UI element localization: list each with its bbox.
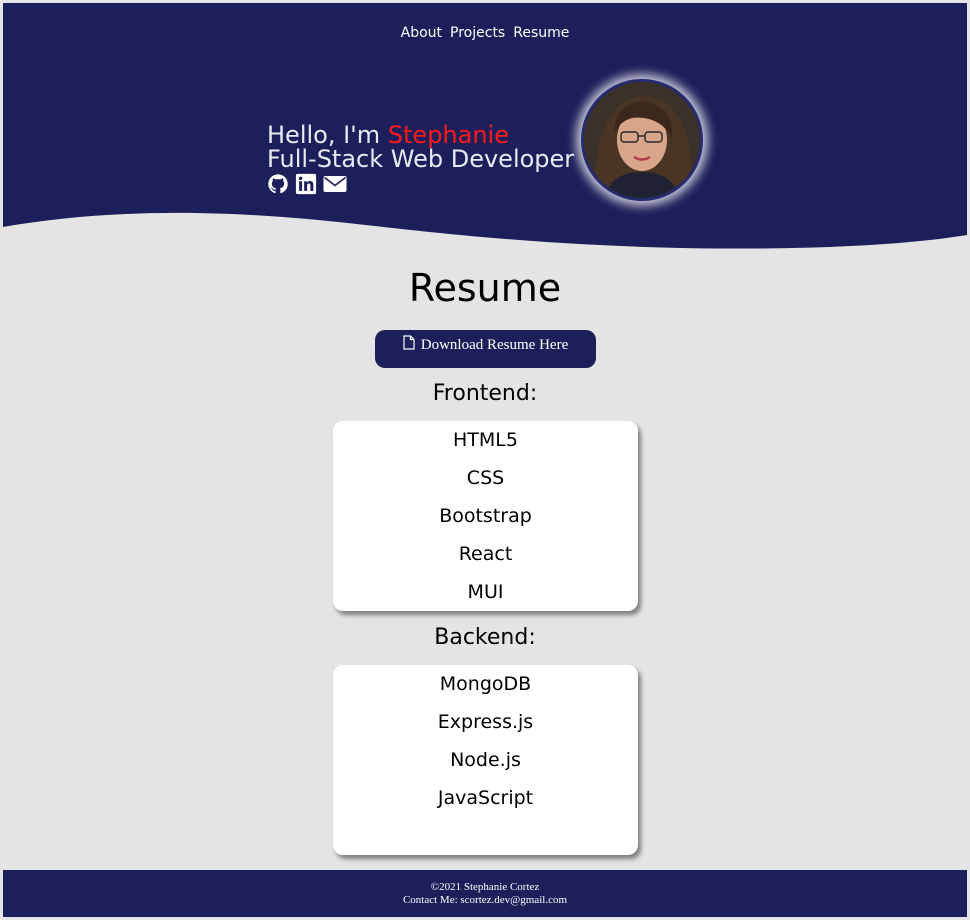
nav-projects-link[interactable]: Projects: [450, 25, 505, 41]
top-nav: About Projects Resume: [3, 25, 967, 41]
footer-contact: Contact Me: scortez.dev@gmail.com: [402, 894, 568, 906]
backend-skills-card: MongoDB Express.js Node.js JavaScript: [333, 665, 638, 855]
skill-item: HTML5: [453, 429, 518, 451]
hero-greeting-line: Hello, I'm Stephanie: [267, 123, 574, 147]
skill-item: Bootstrap: [439, 505, 532, 527]
footer-copyright: ©2021 Stephanie Cortez: [430, 881, 540, 893]
backend-heading: Backend:: [434, 625, 536, 650]
social-links: [267, 173, 574, 195]
skill-item: CSS: [466, 467, 505, 489]
frontend-skills-card: HTML5 CSS Bootstrap React MUI: [333, 421, 638, 611]
linkedin-icon[interactable]: [295, 173, 317, 195]
page-title: Resume: [408, 266, 562, 310]
header: About Projects Resume Hello, I'm Stephan…: [3, 3, 967, 253]
skill-item: Express.js: [437, 711, 534, 733]
frontend-heading: Frontend:: [432, 381, 538, 406]
skill-item: JavaScript: [437, 787, 534, 809]
hero-role: Full-Stack Web Developer: [267, 145, 575, 173]
skill-item: Node.js: [450, 749, 521, 771]
github-icon[interactable]: [267, 173, 289, 195]
profile-avatar: [581, 79, 703, 201]
download-resume-label: Download Resume Here: [420, 336, 569, 353]
footer: ©2021 Stephanie Cortez Contact Me: scort…: [3, 870, 967, 917]
skill-item: MongoDB: [439, 673, 532, 695]
envelope-icon[interactable]: [323, 173, 347, 195]
download-resume-button[interactable]: Download Resume Here: [375, 330, 596, 368]
file-icon: [403, 335, 415, 355]
skill-item: React: [458, 543, 513, 565]
nav-resume-link[interactable]: Resume: [513, 25, 569, 41]
skill-item: MUI: [467, 581, 504, 603]
hero-intro: Hello, I'm Stephanie Full-Stack Web Deve…: [267, 123, 574, 195]
nav-about-link[interactable]: About: [401, 25, 442, 41]
